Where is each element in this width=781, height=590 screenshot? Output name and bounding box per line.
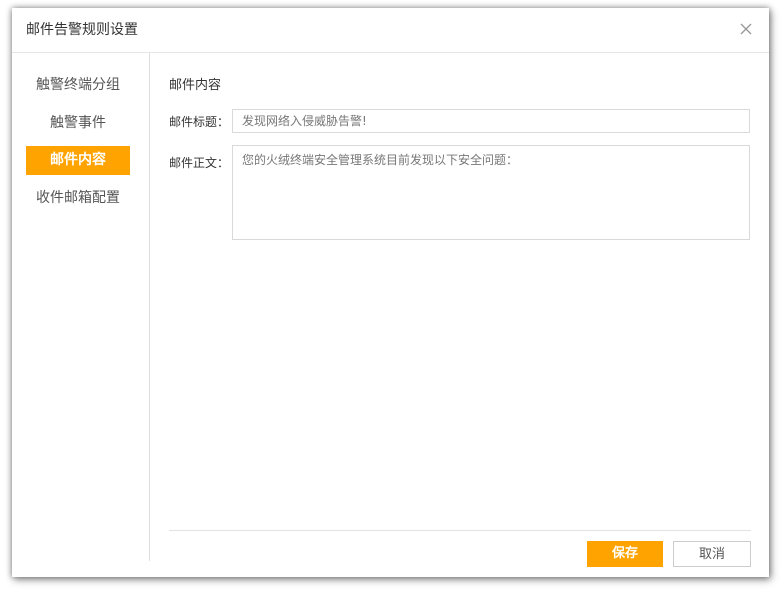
save-button[interactable]: 保存 (587, 541, 663, 567)
sidebar: 触警终端分组 触警事件 邮件内容 收件邮箱配置 (12, 53, 150, 561)
body-label: 邮件正文： (169, 156, 230, 170)
footer-divider (169, 530, 751, 531)
dialog-title: 邮件告警规则设置 (26, 22, 138, 38)
section-title: 邮件内容 (169, 78, 222, 93)
sidebar-item-trigger-events[interactable]: 触警事件 (26, 109, 130, 138)
subject-input[interactable]: 发现网络入侵威胁告警! (232, 109, 750, 133)
sidebar-item-recipient-config[interactable]: 收件邮箱配置 (26, 184, 130, 213)
close-icon[interactable] (737, 20, 755, 38)
alert-rule-dialog: 邮件告警规则设置 触警终端分组 触警事件 邮件内容 收件邮箱配置 邮件内容 邮件… (12, 8, 769, 577)
sidebar-item-mail-content[interactable]: 邮件内容 (26, 146, 130, 175)
subject-label: 邮件标题： (169, 115, 230, 129)
dialog-header: 邮件告警规则设置 (12, 8, 769, 53)
cancel-button[interactable]: 取消 (673, 541, 751, 567)
body-textarea[interactable]: 您的火绒终端安全管理系统目前发现以下安全问题： (232, 145, 750, 240)
sidebar-item-trigger-groups[interactable]: 触警终端分组 (26, 71, 130, 100)
